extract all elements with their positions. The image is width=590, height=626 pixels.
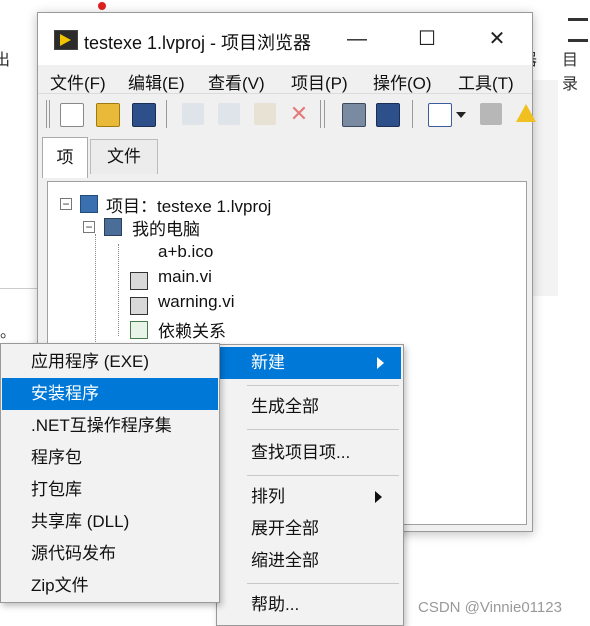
tree-guide xyxy=(118,244,119,336)
menu-item-label: 帮助... xyxy=(251,595,300,614)
menu-item-label: 打包库 xyxy=(31,480,82,499)
menu-file[interactable]: 文件(F) xyxy=(50,69,106,94)
toolbar-grip xyxy=(320,100,321,128)
context-menu-item-expand-all[interactable]: 展开全部 xyxy=(217,513,403,545)
menu-tools[interactable]: 工具(T) xyxy=(458,69,514,94)
delete-icon[interactable]: ✕ xyxy=(288,103,310,125)
tree-node-dependencies[interactable]: 依赖关系 xyxy=(158,317,226,342)
background-glyph-row xyxy=(80,0,560,12)
menu-item-label: 新建 xyxy=(251,353,285,372)
computer-icon xyxy=(104,218,122,236)
menu-item-label: 生成全部 xyxy=(251,397,319,416)
background-list-icon xyxy=(568,18,588,42)
paste-icon[interactable] xyxy=(254,103,276,125)
menu-separator xyxy=(247,475,399,476)
menu-item-label: 缩进全部 xyxy=(251,551,319,570)
menu-project[interactable]: 项目(P) xyxy=(291,69,348,94)
menu-item-label: 查找项目项... xyxy=(251,443,351,462)
cut-icon[interactable] xyxy=(182,103,204,125)
background-text-left-2: 。 xyxy=(0,324,17,341)
menu-edit[interactable]: 编辑(E) xyxy=(128,69,185,94)
menu-item-label: 安装程序 xyxy=(31,384,99,403)
submenu-item-source-distribution[interactable]: 源代码发布 xyxy=(1,538,219,570)
collapse-icon[interactable]: − xyxy=(60,198,72,210)
menu-item-label: 共享库 (DLL) xyxy=(31,512,130,531)
vi-file-icon xyxy=(130,272,148,290)
open-folder-icon[interactable] xyxy=(96,103,120,127)
toolbar-grip xyxy=(46,100,47,128)
menu-item-label: 排列 xyxy=(251,487,285,506)
toolbar-grip xyxy=(324,100,325,128)
view-icon[interactable] xyxy=(428,103,452,127)
window-title: testexe 1.lvproj - 项目浏览器 xyxy=(84,33,312,53)
menu-item-label: .NET互操作程序集 xyxy=(31,416,172,435)
background-text-left-1: 出 xyxy=(0,52,11,69)
collapse-icon[interactable]: − xyxy=(83,221,95,233)
submenu-item-shared-library[interactable]: 共享库 (DLL) xyxy=(1,506,219,538)
menu-item-label: 应用程序 (EXE) xyxy=(31,352,150,371)
tree-node-file[interactable]: warning.vi xyxy=(158,292,235,312)
project-icon xyxy=(80,195,98,213)
submenu-item-package[interactable]: 程序包 xyxy=(1,442,219,474)
tab-items[interactable]: 项 xyxy=(42,137,88,178)
submenu-item-packed-library[interactable]: 打包库 xyxy=(1,474,219,506)
submenu-arrow-icon xyxy=(375,491,382,503)
context-menu-item-arrange[interactable]: 排列 xyxy=(217,481,403,513)
minimize-button[interactable]: — xyxy=(334,13,380,65)
toolbar-separator xyxy=(412,100,413,128)
menu-item-label: 展开全部 xyxy=(251,519,319,538)
context-menu: 新建 生成全部 查找项目项... 排列 展开全部 缩进全部 帮助... xyxy=(216,344,404,626)
tab-strip: 项 文件 xyxy=(38,137,532,178)
background-dot-icon xyxy=(98,2,106,10)
save-all-icon[interactable] xyxy=(132,103,156,127)
menu-separator xyxy=(247,583,399,584)
submenu-arrow-icon xyxy=(377,357,384,369)
new-submenu: 应用程序 (EXE) 安装程序 .NET互操作程序集 程序包 打包库 共享库 (… xyxy=(0,343,220,603)
context-menu-item-new[interactable]: 新建 xyxy=(219,347,401,379)
tree-node-project[interactable]: 项目：testexe 1.lvproj xyxy=(106,192,271,217)
menu-operate[interactable]: 操作(O) xyxy=(373,69,432,94)
toolbar-grip xyxy=(49,100,50,128)
new-icon[interactable] xyxy=(60,103,84,127)
maximize-button[interactable]: ☐ xyxy=(404,13,450,65)
watermark: CSDN @Vinnie01123 xyxy=(418,599,562,616)
menu-separator xyxy=(247,385,399,386)
tree-node-my-computer[interactable]: 我的电脑 xyxy=(132,215,200,240)
menu-item-label: Zip文件 xyxy=(31,576,89,595)
copy-icon[interactable] xyxy=(218,103,240,125)
tree-node-file[interactable]: main.vi xyxy=(158,267,212,287)
tree-node-file[interactable]: a+b.ico xyxy=(158,242,213,262)
labview-icon xyxy=(54,30,78,50)
title-bar[interactable]: testexe 1.lvproj - 项目浏览器 — ☐ ✕ xyxy=(38,13,532,65)
submenu-item-zip[interactable]: Zip文件 xyxy=(1,570,219,602)
background-divider xyxy=(0,288,37,289)
close-button[interactable]: ✕ xyxy=(474,13,520,65)
dependencies-icon xyxy=(130,321,148,339)
menu-view[interactable]: 查看(V) xyxy=(208,69,265,94)
submenu-item-application[interactable]: 应用程序 (EXE) xyxy=(1,346,219,378)
submenu-item-dotnet-assembly[interactable]: .NET互操作程序集 xyxy=(1,410,219,442)
build-spec-icon[interactable] xyxy=(376,103,400,127)
menu-bar: 文件(F) 编辑(E) 查看(V) 项目(P) 操作(O) 工具(T) xyxy=(38,65,532,93)
context-menu-item-find[interactable]: 查找项目项... xyxy=(217,437,403,469)
build-icon[interactable] xyxy=(342,103,366,127)
context-menu-item-collapse-all[interactable]: 缩进全部 xyxy=(217,545,403,577)
background-text-right-2: 目录 xyxy=(562,52,579,93)
menu-separator xyxy=(247,429,399,430)
toolbar: ✕ xyxy=(38,93,536,134)
context-menu-item-build-all[interactable]: 生成全部 xyxy=(217,391,403,423)
menu-item-label: 源代码发布 xyxy=(31,544,116,563)
warning-icon[interactable] xyxy=(516,104,536,122)
menu-item-label: 程序包 xyxy=(31,448,82,467)
dropdown-arrow-icon[interactable] xyxy=(456,112,466,118)
wrench-icon[interactable] xyxy=(480,103,502,125)
ico-file-icon xyxy=(130,245,146,261)
vi-file-icon xyxy=(130,297,148,315)
submenu-item-installer[interactable]: 安装程序 xyxy=(2,378,218,410)
toolbar-separator xyxy=(166,100,167,128)
context-menu-item-help[interactable]: 帮助... xyxy=(217,589,403,621)
tab-files[interactable]: 文件 xyxy=(90,139,158,174)
